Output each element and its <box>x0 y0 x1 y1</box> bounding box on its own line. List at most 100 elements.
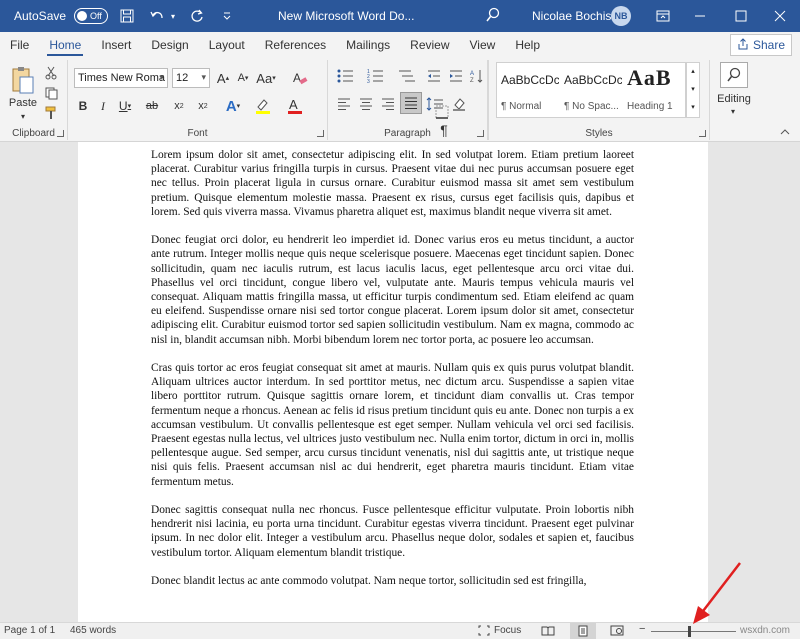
shading-icon[interactable] <box>450 94 470 114</box>
clipboard-launcher-icon[interactable] <box>57 130 64 137</box>
focus-label[interactable]: Focus <box>494 625 521 636</box>
undo-dropdown-icon[interactable]: ▾ <box>168 5 178 27</box>
italic-icon[interactable]: I <box>94 96 112 116</box>
highlight-icon[interactable] <box>250 96 278 116</box>
align-left-icon[interactable] <box>334 94 354 114</box>
change-case-icon[interactable]: Aa ▾ <box>256 68 276 88</box>
title-bar: AutoSave Off ▾ New Microsoft Word Do... … <box>0 0 800 32</box>
tab-home[interactable]: Home <box>39 32 91 58</box>
tab-layout[interactable]: Layout <box>199 32 255 58</box>
underline-icon[interactable]: U ▾ <box>114 96 136 116</box>
focus-icon[interactable] <box>478 625 490 639</box>
align-right-icon[interactable] <box>378 94 398 114</box>
clear-formatting-icon[interactable]: A <box>290 68 310 88</box>
document-text[interactable]: Lorem ipsum dolor sit amet, consectetur … <box>151 148 634 602</box>
share-button[interactable]: Share <box>729 34 792 56</box>
zoom-slider-thumb[interactable] <box>688 626 692 637</box>
customize-toolbar-icon[interactable] <box>216 5 238 27</box>
font-color-icon[interactable]: A <box>282 96 310 116</box>
increase-indent-icon[interactable] <box>446 66 466 86</box>
copy-icon[interactable] <box>42 84 60 102</box>
autosave-label: AutoSave <box>14 9 67 23</box>
paragraph[interactable]: Cras quis tortor ac eros feugiat consequ… <box>151 361 634 489</box>
paragraph[interactable]: Donec blandit lectus ac ante commodo vol… <box>151 574 634 588</box>
text-effects-icon[interactable]: A ▾ <box>220 96 246 116</box>
paragraph[interactable]: Donec feugiat orci dolor, eu hendrerit l… <box>151 233 634 347</box>
page-count[interactable]: Page 1 of 1 <box>4 625 55 636</box>
collapse-ribbon-icon[interactable] <box>778 126 792 138</box>
share-label: Share <box>752 38 785 52</box>
paragraph[interactable]: Lorem ipsum dolor sit amet, consectetur … <box>151 148 634 219</box>
editing-group[interactable]: Editing ▾ <box>710 60 758 140</box>
paste-label[interactable]: Paste <box>8 96 38 110</box>
ribbon-display-options-icon[interactable] <box>643 0 683 32</box>
strikethrough-icon[interactable]: ab <box>140 96 164 116</box>
editing-dropdown-icon[interactable]: ▾ <box>726 106 740 116</box>
superscript-icon[interactable]: x2 <box>192 96 214 116</box>
print-layout-icon[interactable] <box>570 623 596 639</box>
user-name[interactable]: Nicolae Bochis <box>532 9 611 23</box>
autosave-toggle[interactable]: Off <box>74 8 109 24</box>
cut-icon[interactable] <box>42 64 60 82</box>
show-formatting-icon[interactable]: ¶ <box>434 120 454 140</box>
font-launcher-icon[interactable] <box>317 130 324 137</box>
decrease-indent-icon[interactable] <box>424 66 444 86</box>
font-size-select[interactable]: 12 ▾ <box>172 68 210 88</box>
font-name-select[interactable]: Times New Roma ▾ <box>74 68 168 88</box>
zoom-slider-track[interactable] <box>651 631 736 632</box>
paste-icon[interactable] <box>8 64 38 96</box>
tab-references[interactable]: References <box>255 32 336 58</box>
paragraph-group: 123 AZ Paragraph <box>328 60 488 140</box>
paragraph[interactable]: Donec sagittis consequat nulla nec rhonc… <box>151 503 634 560</box>
tab-insert[interactable]: Insert <box>91 32 141 58</box>
bullets-icon[interactable] <box>334 66 360 86</box>
align-center-icon[interactable] <box>356 94 376 114</box>
tab-mailings[interactable]: Mailings <box>336 32 400 58</box>
ribbon-tabs: File Home Insert Design Layout Reference… <box>0 32 800 58</box>
multilevel-list-icon[interactable] <box>394 66 420 86</box>
zoom-out-button[interactable]: − <box>639 623 645 635</box>
borders-icon[interactable] <box>432 102 452 122</box>
grow-font-icon[interactable]: A ▴ <box>214 68 232 88</box>
document-page[interactable]: Lorem ipsum dolor sit amet, consectetur … <box>78 142 708 622</box>
paste-dropdown-icon[interactable]: ▾ <box>16 111 30 121</box>
tab-help[interactable]: Help <box>505 32 550 58</box>
shrink-font-icon[interactable]: A ▾ <box>234 68 252 88</box>
svg-text:A: A <box>293 71 301 85</box>
read-mode-icon[interactable] <box>541 625 555 639</box>
status-bar: Page 1 of 1 465 words Focus − wsxdn.com <box>0 622 800 639</box>
chevron-down-icon: ▾ <box>159 72 164 82</box>
tab-review[interactable]: Review <box>400 32 459 58</box>
editing-label: Editing <box>717 93 751 105</box>
save-icon[interactable] <box>116 5 138 27</box>
svg-text:Z: Z <box>470 78 474 84</box>
numbering-icon[interactable]: 123 <box>364 66 390 86</box>
autosave-state: Off <box>90 11 102 21</box>
minimize-icon[interactable] <box>680 0 720 32</box>
undo-icon[interactable] <box>146 5 168 27</box>
close-icon[interactable] <box>760 0 800 32</box>
sort-icon[interactable]: AZ <box>468 66 486 86</box>
svg-text:3: 3 <box>367 79 370 83</box>
styles-launcher-icon[interactable] <box>699 130 706 137</box>
tab-file[interactable]: File <box>0 32 39 58</box>
word-count[interactable]: 465 words <box>70 625 116 636</box>
search-icon[interactable] <box>485 7 501 26</box>
tab-design[interactable]: Design <box>141 32 198 58</box>
toggle-knob <box>77 11 88 21</box>
redo-icon[interactable] <box>186 5 208 27</box>
format-painter-icon[interactable] <box>42 104 60 122</box>
share-icon <box>737 37 749 53</box>
svg-text:A: A <box>289 97 298 112</box>
justify-icon[interactable] <box>400 92 422 114</box>
paragraph-launcher-icon[interactable] <box>477 130 484 137</box>
font-size-value: 12 <box>176 72 189 84</box>
subscript-icon[interactable]: x2 <box>168 96 190 116</box>
bold-icon[interactable]: B <box>74 96 92 116</box>
tab-view[interactable]: View <box>460 32 506 58</box>
editing-search-icon[interactable] <box>720 62 748 88</box>
clipboard-group: Paste ▾ Clipboard <box>0 60 68 140</box>
web-layout-icon[interactable] <box>610 625 624 639</box>
maximize-icon[interactable] <box>721 0 761 32</box>
avatar[interactable]: NB <box>611 6 631 26</box>
